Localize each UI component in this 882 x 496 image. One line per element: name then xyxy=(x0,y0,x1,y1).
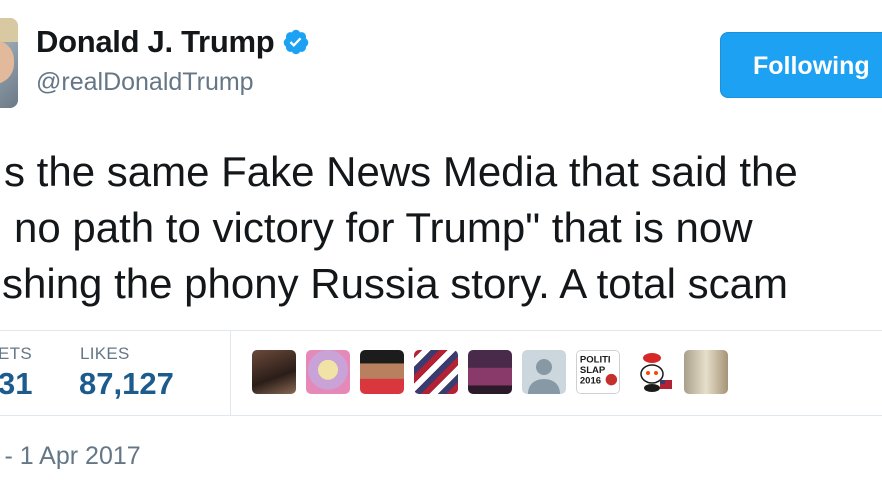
avatar-hair xyxy=(0,18,18,42)
user-avatar-icon-2[interactable] xyxy=(306,350,350,394)
tweet-timestamp[interactable]: AM - 1 Apr 2017 xyxy=(0,442,141,471)
stats-divider-top xyxy=(0,330,882,331)
retweets-label: ETS xyxy=(0,344,32,363)
retweets-count[interactable]: 31 xyxy=(0,366,32,402)
svg-text:SLAP: SLAP xyxy=(580,365,606,376)
verified-badge-icon xyxy=(284,29,309,55)
user-avatar-icon-1[interactable] xyxy=(252,350,296,394)
default-avatar-silhouette xyxy=(528,359,560,394)
tweet-line-1: s the same Fake News Media that said the xyxy=(4,148,798,195)
politi-slap-logo[interactable]: POLITI SLAP 2016 xyxy=(576,350,620,394)
user-avatar-icon-3[interactable] xyxy=(360,350,404,394)
tweet-card: Donald J. Trump @realDonaldTrump Followi… xyxy=(0,0,882,496)
author-handle[interactable]: @realDonaldTrump xyxy=(36,68,254,97)
tweet-line-2: no path to victory for Trump" that is no… xyxy=(14,204,753,251)
likes-label: LIKES xyxy=(80,344,130,363)
likes-count[interactable]: 87,127 xyxy=(79,366,174,402)
tweet-line-3: shing the phony Russia story. A total sc… xyxy=(2,260,788,307)
tweet-text: s the same Fake News Media that said the… xyxy=(0,140,882,320)
avatar-face xyxy=(0,40,14,84)
user-avatar-icon-9[interactable] xyxy=(684,350,728,394)
reddit-alien-icon xyxy=(640,353,672,392)
user-avatar-icon-5[interactable] xyxy=(468,350,512,394)
author-avatar[interactable] xyxy=(0,18,18,108)
svg-text:POLITI: POLITI xyxy=(580,354,611,365)
svg-text:2016: 2016 xyxy=(580,375,601,386)
user-avatar-icon-4[interactable] xyxy=(414,350,458,394)
politi-slap-logo-image: POLITI SLAP 2016 xyxy=(577,351,619,393)
author-name-row: Donald J. Trump xyxy=(36,24,310,60)
stats-divider-bottom xyxy=(0,415,882,416)
user-avatar-icon-8[interactable] xyxy=(630,350,674,394)
default-avatar-icon[interactable] xyxy=(522,350,566,394)
stats-divider-vertical xyxy=(230,331,231,415)
following-button[interactable]: Following xyxy=(720,32,882,98)
author-display-name[interactable]: Donald J. Trump xyxy=(36,24,275,60)
